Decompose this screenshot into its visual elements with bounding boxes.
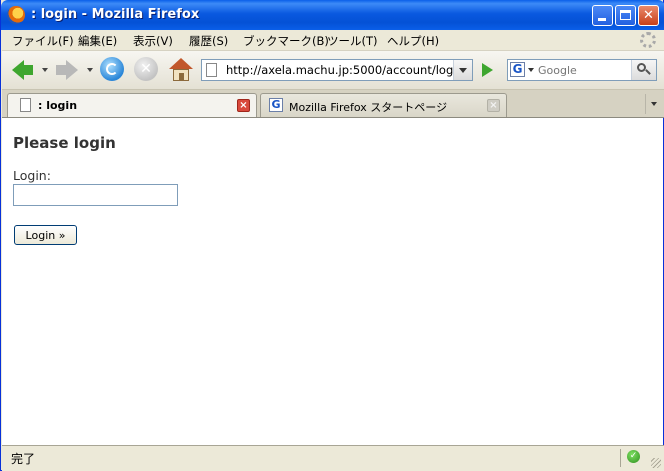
search-box: G	[507, 59, 657, 81]
menu-history[interactable]: 履歴(S)	[189, 33, 228, 49]
reload-button[interactable]	[100, 57, 126, 83]
chevron-down-icon	[651, 102, 657, 106]
google-icon: G	[269, 98, 283, 112]
google-icon[interactable]: G	[510, 62, 525, 77]
stop-button[interactable]: ✕	[134, 57, 160, 83]
menu-bookmarks[interactable]: ブックマーク(B)	[243, 33, 329, 49]
login-field[interactable]	[13, 184, 178, 206]
url-bar[interactable]: http://axela.machu.jp:5000/account/login	[201, 59, 473, 81]
navigation-toolbar: ✕ http://axela.machu.jp:5000/account/log…	[2, 51, 664, 90]
tab-close-button[interactable]: ×	[237, 99, 250, 112]
tab-close-button[interactable]: ×	[487, 99, 500, 112]
reload-icon	[100, 57, 124, 81]
back-history-dropdown[interactable]	[42, 68, 48, 72]
status-text: 完了	[11, 452, 36, 466]
forward-arrow-icon	[66, 60, 78, 80]
search-button[interactable]	[631, 60, 656, 80]
status-check-icon: ✓	[627, 450, 640, 463]
minimize-button[interactable]	[592, 5, 613, 26]
menu-bar: ファイル(F) 編集(E) 表示(V) 履歴(S) ブックマーク(B) ツール(…	[2, 30, 664, 51]
resize-grip-icon[interactable]	[651, 458, 661, 468]
page-icon	[206, 63, 217, 77]
close-icon: ×	[239, 100, 248, 111]
tab-list-button[interactable]	[645, 94, 662, 114]
menu-tools[interactable]: ツール(T)	[327, 33, 378, 49]
chevron-down-icon	[459, 68, 467, 73]
url-history-dropdown[interactable]	[453, 60, 472, 80]
minimize-icon	[598, 18, 606, 21]
firefox-icon	[7, 6, 25, 24]
menu-file[interactable]: ファイル(F)	[12, 33, 74, 49]
tab-bar: : login × G Mozilla Firefox スタートページ ×	[2, 90, 664, 118]
page-content: Please login Login: Login »	[2, 118, 663, 445]
home-icon	[168, 57, 194, 83]
stop-icon: ✕	[134, 57, 158, 81]
status-bar: 完了 ✓	[2, 445, 664, 471]
menu-edit[interactable]: 編集(E)	[78, 33, 117, 49]
tab-firefox-start-label: Mozilla Firefox スタートページ	[289, 101, 448, 114]
throbber-icon	[640, 32, 656, 48]
status-separator	[620, 449, 621, 467]
maximize-icon	[620, 10, 631, 20]
go-button[interactable]	[478, 61, 496, 79]
menu-view[interactable]: 表示(V)	[133, 33, 173, 49]
page-title: Please login	[13, 134, 116, 152]
login-label: Login:	[13, 168, 51, 183]
tab-firefox-start[interactable]: G Mozilla Firefox スタートページ ×	[260, 93, 507, 117]
page-icon	[20, 98, 31, 112]
login-button[interactable]: Login »	[14, 225, 77, 245]
tab-login-label: : login	[38, 99, 78, 112]
tab-login[interactable]: : login ×	[7, 93, 257, 117]
browser-window: : login - Mozilla Firefox ✕ ファイル(F) 編集(E…	[0, 0, 664, 471]
window-title: : login - Mozilla Firefox	[31, 7, 200, 22]
forward-button[interactable]	[53, 57, 79, 83]
url-text[interactable]: http://axela.machu.jp:5000/account/login	[226, 63, 464, 77]
maximize-button[interactable]	[615, 5, 636, 26]
home-button[interactable]	[168, 57, 194, 83]
back-button[interactable]	[10, 57, 36, 83]
menu-help[interactable]: ヘルプ(H)	[387, 33, 439, 49]
search-engine-dropdown[interactable]	[528, 68, 534, 72]
forward-history-dropdown[interactable]	[87, 68, 93, 72]
search-input[interactable]	[538, 61, 630, 79]
title-bar[interactable]: : login - Mozilla Firefox ✕	[1, 0, 664, 30]
close-icon: ✕	[643, 8, 654, 23]
close-icon: ×	[489, 100, 498, 111]
close-button[interactable]: ✕	[638, 5, 659, 26]
go-icon	[482, 63, 493, 77]
